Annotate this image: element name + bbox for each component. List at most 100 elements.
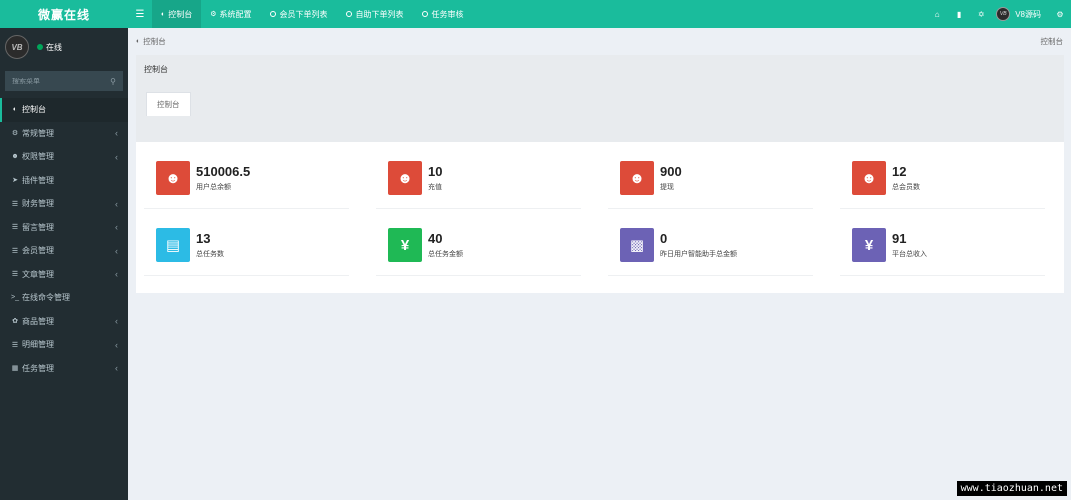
chevron-left-icon: ‹ [115, 316, 118, 327]
top-navbar: ☰ ◐ 控制台 ⚙ 系统配置 会员下单列表 自助下单列表 任务审核 ⌂ ▮ ✡ … [128, 0, 1071, 28]
stat-value: 900 [660, 164, 682, 179]
stat-value: 91 [892, 231, 907, 246]
stat-label: 总任务数 [196, 251, 224, 258]
sidebar-menu: ◐ 控制台 ⚙ 常规管理 ‹ ☻ 权限管理 ‹ ➤ 插件管理 ☰ 财务管理 ‹ … [0, 98, 128, 380]
sidebar-item-members[interactable]: ☰ 会员管理 ‹ [0, 239, 128, 263]
tab-dashboard[interactable]: ◐ 控制台 [152, 0, 202, 28]
list-icon: ☰ [11, 224, 19, 232]
avatar: VB [996, 7, 1011, 21]
chevron-left-icon: ‹ [115, 269, 118, 280]
top-right-actions: ⌂ ▮ ✡ VB V8源码 ⚙ [926, 0, 1071, 28]
user-name: V8源码 [1015, 9, 1041, 19]
sidebar-item-products[interactable]: ✿ 商品管理 ‹ [0, 310, 128, 334]
sidebar-item-label: 控制台 [22, 105, 46, 115]
search-input[interactable] [12, 77, 92, 85]
stat-label: 提现 [660, 184, 674, 191]
stat-card-platform-income: ¥ 91 平台总收入 [840, 212, 1045, 276]
search-icon[interactable]: ⚲ [110, 77, 116, 86]
sidebar-item-general[interactable]: ⚙ 常规管理 ‹ [0, 122, 128, 146]
sidebar-item-label: 插件管理 [22, 175, 54, 185]
stat-label: 充值 [428, 184, 442, 191]
sidebar-item-finance[interactable]: ☰ 财务管理 ‹ [0, 192, 128, 216]
panel-tab-dashboard[interactable]: 控制台 [146, 92, 191, 116]
user-status-label: 在线 [46, 42, 62, 52]
book-icon: ▩ [620, 228, 654, 262]
user-panel: VB 在线 [0, 28, 128, 66]
chevron-left-icon: ‹ [115, 363, 118, 374]
rocket-icon: ➤ [12, 177, 18, 185]
users-icon: ☻ [156, 161, 190, 195]
tab-system-config[interactable]: ⚙ 系统配置 [201, 0, 260, 28]
sidebar-item-label: 任务管理 [22, 363, 54, 373]
sidebar-item-plugins[interactable]: ➤ 插件管理 [0, 169, 128, 193]
tab-label: 控制台 [168, 9, 193, 19]
stat-value: 0 [660, 231, 668, 246]
gear-icon: ⚙ [210, 11, 217, 18]
sidebar-item-dashboard[interactable]: ◐ 控制台 [0, 98, 128, 122]
stat-card-total-members: ☻ 12 总会员数 [840, 145, 1045, 209]
sidebar-item-details[interactable]: ☰ 明细管理 ‹ [0, 333, 128, 357]
dashboard-icon: ◐ [161, 10, 166, 18]
sidebar-item-label: 文章管理 [22, 269, 54, 279]
yen-icon: ¥ [852, 228, 886, 262]
user-status: 在线 [37, 42, 62, 53]
chevron-left-icon: ‹ [115, 198, 118, 209]
stat-value: 13 [196, 231, 211, 246]
sidebar-item-messages[interactable]: ☰ 留言管理 ‹ [0, 216, 128, 240]
user-menu[interactable]: VB V8源码 [996, 7, 1041, 21]
breadcrumb: ◐ 控制台 控制台 [128, 28, 1071, 54]
breadcrumb-item[interactable]: 控制台 [143, 36, 166, 47]
shopping-bag-icon: ▤ [156, 228, 190, 262]
sidebar-item-online-commands[interactable]: >_ 在线命令管理 [0, 286, 128, 310]
stat-card-recharge: ☻ 10 充值 [376, 145, 581, 209]
breadcrumb-right: 控制台 [1040, 36, 1064, 46]
circle-icon [269, 11, 276, 17]
home-icon[interactable]: ⌂ [926, 10, 948, 19]
sidebar-item-permissions[interactable]: ☻ 权限管理 ‹ [0, 145, 128, 169]
watermark: www.tiaozhuan.net [956, 481, 1067, 496]
chevron-left-icon: ‹ [115, 339, 118, 350]
list-icon: ☰ [11, 271, 19, 279]
trash-icon[interactable]: ▮ [948, 10, 970, 19]
fullscreen-icon[interactable]: ✡ [970, 10, 992, 19]
main-content: ◐ 控制台 控制台 控制台 控制台 ☻ 510006.5 用户总余额 ☻ 10 … [128, 28, 1071, 500]
users-icon: ☻ [11, 153, 19, 161]
terminal-icon: >_ [11, 294, 19, 302]
stat-label: 用户总余额 [196, 184, 231, 191]
menu-toggle-icon[interactable]: ☰ [128, 0, 152, 28]
settings-cogs-icon[interactable]: ⚙ [1049, 10, 1071, 19]
sidebar-item-label: 留言管理 [22, 222, 54, 232]
stat-card-total-tasks: ▤ 13 总任务数 [144, 212, 349, 276]
panel-heading: 控制台 控制台 [136, 55, 1064, 142]
stat-label: 总会员数 [892, 184, 920, 191]
leaf-icon: ✿ [12, 318, 18, 326]
list-icon: ☰ [11, 341, 19, 349]
sidebar-item-label: 商品管理 [22, 316, 54, 326]
chevron-left-icon: ‹ [115, 128, 118, 139]
sidebar-search: ⚲ [5, 71, 123, 91]
sidebar-item-label: 明细管理 [22, 340, 54, 350]
stat-card-withdraw: ☻ 900 提现 [608, 145, 813, 209]
online-dot-icon [37, 44, 43, 50]
sidebar-item-label: 财务管理 [22, 199, 54, 209]
chevron-left-icon: ‹ [115, 151, 118, 162]
tab-self-orders[interactable]: 自助下单列表 [337, 0, 413, 28]
sidebar-item-articles[interactable]: ☰ 文章管理 ‹ [0, 263, 128, 287]
stat-value: 10 [428, 164, 443, 179]
breadcrumb-left: ◐ 控制台 [136, 36, 166, 47]
stat-label: 平台总收入 [892, 251, 927, 258]
app-logo[interactable]: 微赢在线 [0, 0, 128, 28]
stat-label: 总任务金额 [428, 251, 463, 258]
stat-value: 40 [428, 231, 443, 246]
chevron-left-icon: ‹ [115, 222, 118, 233]
chevron-left-icon: ‹ [115, 245, 118, 256]
sidebar-item-label: 在线命令管理 [22, 293, 70, 303]
sidebar-item-tasks[interactable]: ▦ 任务管理 ‹ [0, 357, 128, 381]
tab-member-orders[interactable]: 会员下单列表 [261, 0, 337, 28]
avatar[interactable]: VB [5, 35, 29, 59]
list-icon: ☰ [11, 247, 19, 255]
sidebar-item-label: 常规管理 [22, 128, 54, 138]
tab-label: 系统配置 [219, 9, 252, 19]
list-icon: ☰ [11, 200, 19, 208]
tab-task-review[interactable]: 任务审核 [413, 0, 473, 28]
